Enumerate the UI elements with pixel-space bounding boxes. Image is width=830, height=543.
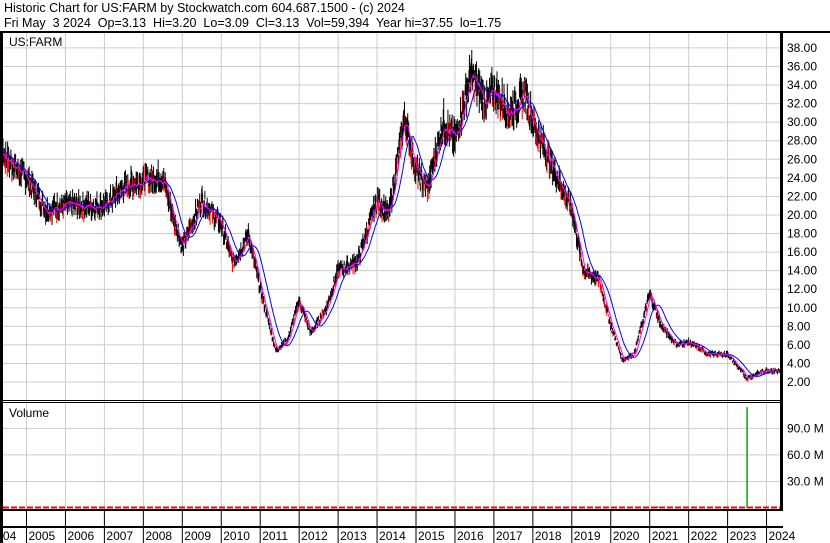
year-label: 2010	[223, 529, 250, 543]
volume-bars	[3, 407, 780, 509]
volume-tick-label: 30.0 M	[787, 474, 824, 488]
price-tick-label: 16.00	[787, 245, 817, 259]
year-label: 2022	[691, 529, 718, 543]
year-label: 2016	[457, 529, 484, 543]
price-tick-label: 38.00	[787, 41, 817, 55]
year-label: 2014	[379, 529, 406, 543]
year-label: 2020	[613, 529, 640, 543]
ma-short-line	[0, 73, 780, 379]
volume-axis: 90.0 M 60.0 M 30.0 M	[787, 421, 824, 488]
year-label: 2005	[29, 529, 56, 543]
volume-tick-label: 60.0 M	[787, 448, 824, 462]
price-tick-label: 22.00	[787, 189, 817, 203]
year-label: 2004	[0, 529, 17, 543]
price-tick-label: 14.00	[787, 264, 817, 278]
year-label: 2018	[535, 529, 562, 543]
volume-tick-label: 90.0 M	[787, 421, 824, 435]
price-tick-label: 20.00	[787, 208, 817, 222]
price-tick-label: 12.00	[787, 282, 817, 296]
price-tick-label: 26.00	[787, 152, 817, 166]
volume-label: Volume	[9, 406, 49, 420]
price-tick-label: 4.00	[787, 356, 811, 370]
year-label: 2007	[106, 529, 133, 543]
price-tick-label: 32.00	[787, 97, 817, 111]
price-tick-label: 18.00	[787, 227, 817, 241]
year-label: 2021	[652, 529, 679, 543]
year-label: 2006	[67, 529, 94, 543]
year-label: 2015	[418, 529, 445, 543]
year-label: 2011	[262, 529, 288, 543]
stock-chart: Historic Chart for US:FARM by Stockwatch…	[0, 1, 830, 543]
chart-frame	[0, 31, 830, 543]
year-label: 2023	[730, 529, 757, 543]
chart-title: Historic Chart for US:FARM by Stockwatch…	[4, 1, 405, 15]
year-label: 2017	[496, 529, 523, 543]
price-tick-label: 8.00	[787, 319, 811, 333]
price-tick-label: 30.00	[787, 115, 817, 129]
year-label: 2012	[301, 529, 328, 543]
price-tick-label: 6.00	[787, 338, 811, 352]
ma-long-line	[0, 82, 780, 377]
price-axis: 38.00 36.00 34.00 32.00 30.00 28.00 26.00 24.00…	[787, 41, 817, 389]
symbol-label: US:FARM	[9, 35, 62, 49]
price-tick-label: 34.00	[787, 78, 817, 92]
price-tick-label: 10.00	[787, 301, 817, 315]
year-label: 2019	[574, 529, 601, 543]
price-tick-label: 2.00	[787, 375, 811, 389]
year-label: 2009	[184, 529, 211, 543]
price-tick-label: 24.00	[787, 171, 817, 185]
year-label: 2013	[340, 529, 367, 543]
year-axis: 2004 2005 2006 2007 2008 2009 2010 2011 2012 2013…	[0, 529, 796, 543]
year-label: 2024	[769, 529, 796, 543]
year-label: 2008	[145, 529, 172, 543]
price-series	[0, 49, 781, 382]
grid	[3, 33, 780, 543]
price-tick-label: 36.00	[787, 59, 817, 73]
price-tick-label: 28.00	[787, 134, 817, 148]
quote-summary: Fri May 3 2024 Op=3.13 Hi=3.20 Lo=3.09 C…	[4, 16, 501, 30]
